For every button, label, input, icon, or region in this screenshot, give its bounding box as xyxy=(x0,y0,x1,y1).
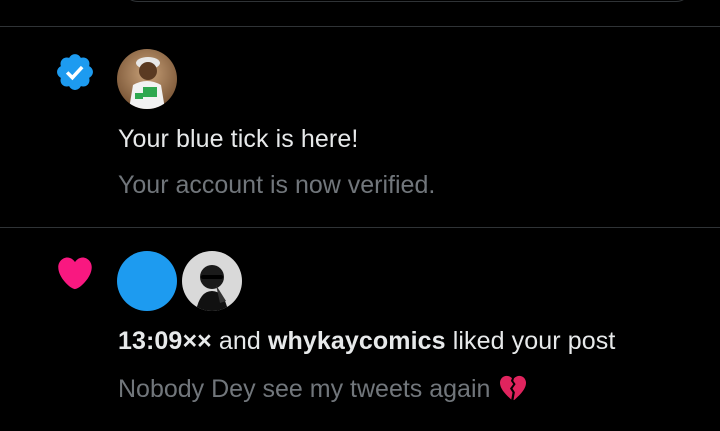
notification-like[interactable]: 13:09×× and whykaycomics liked your post… xyxy=(0,228,720,431)
broken-heart-icon xyxy=(500,375,527,401)
action-text: liked your post xyxy=(452,327,616,355)
user-name-2[interactable]: whykaycomics xyxy=(268,327,446,355)
notification-title: 13:09×× and whykaycomics liked your post xyxy=(118,327,615,356)
notification-subtitle: Your account is now verified. xyxy=(118,171,436,199)
previous-item-edge xyxy=(122,0,692,2)
post-text: Nobody Dey see my tweets again xyxy=(118,375,491,403)
notification-verified[interactable]: Your blue tick is here! Your account is … xyxy=(0,27,720,227)
profile-photo xyxy=(182,251,242,311)
connector-text: and xyxy=(218,327,261,355)
user-name-1[interactable]: 13:09×× xyxy=(118,327,212,355)
avatar-user1[interactable] xyxy=(117,251,177,311)
avatar-user2[interactable] xyxy=(182,251,242,311)
notification-title: Your blue tick is here! xyxy=(118,125,359,153)
heart-icon xyxy=(58,257,92,290)
post-preview: Nobody Dey see my tweets again xyxy=(118,373,528,404)
profile-photo xyxy=(117,49,177,109)
avatar[interactable] xyxy=(117,49,177,109)
verified-badge-icon xyxy=(57,54,93,90)
